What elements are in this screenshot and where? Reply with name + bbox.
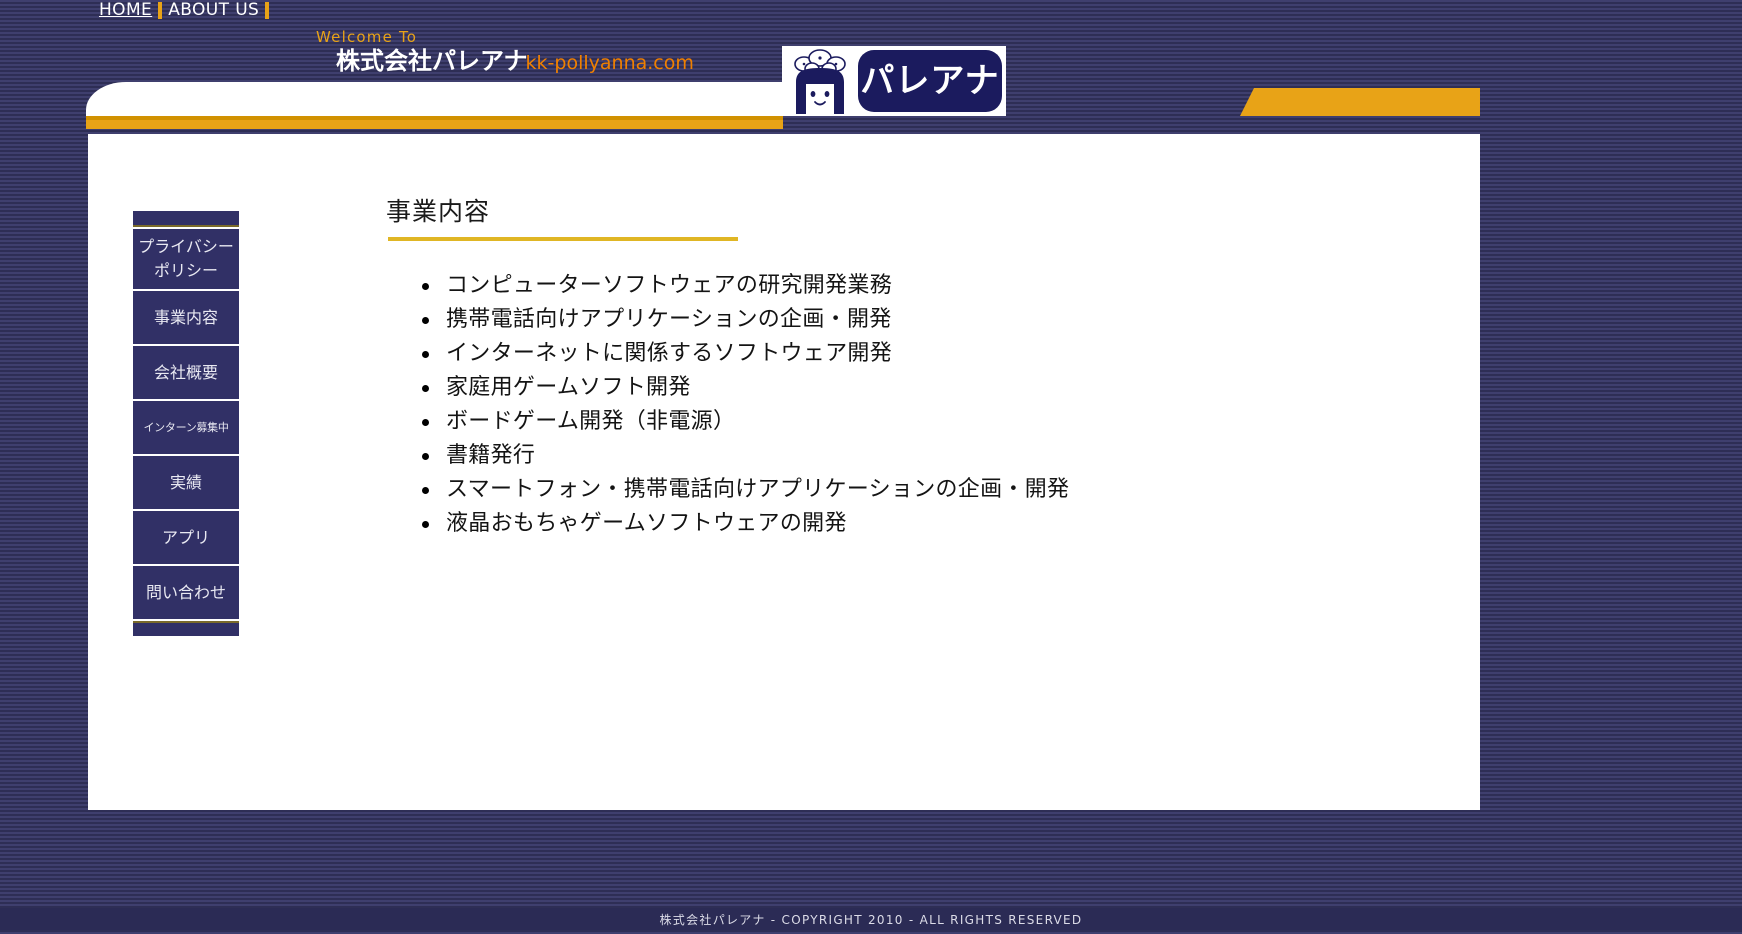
list-item: ボードゲーム開発（非電源） bbox=[414, 405, 1386, 439]
brand-lockup: 株式会社パレアナ kk-pollyanna.com bbox=[336, 48, 694, 76]
sidebar-bottom-cap bbox=[133, 621, 239, 636]
footer-bar: 株式会社パレアナ - COPYRIGHT 2010 - ALL RIGHTS R… bbox=[0, 908, 1742, 930]
list-item: インターネットに関係するソフトウェア開発 bbox=[414, 337, 1386, 371]
nav-separator-icon bbox=[158, 1, 163, 19]
sidebar-item-track-record[interactable]: 実績 bbox=[133, 456, 239, 511]
sidebar-top-cap bbox=[133, 211, 239, 227]
copyright-text: 株式会社パレアナ - COPYRIGHT 2010 - ALL RIGHTS R… bbox=[659, 912, 1083, 927]
sidebar-item-list: プライバシーポリシー 事業内容 会社概要 インターン募集中 実績 アプリ 問い合… bbox=[133, 227, 239, 621]
train-body-shape bbox=[146, 82, 783, 116]
content-panel: プライバシーポリシー 事業内容 会社概要 インターン募集中 実績 アプリ 問い合… bbox=[88, 134, 1480, 810]
logo-wordmark-text: パレアナ bbox=[860, 61, 1000, 101]
sidebar-item-intern-recruiting[interactable]: インターン募集中 bbox=[133, 401, 239, 456]
page-title: 事業内容 bbox=[386, 197, 491, 226]
welcome-text: Welcome To bbox=[316, 28, 418, 46]
nav-link-home[interactable]: HOME bbox=[94, 0, 157, 20]
brand-name: 株式会社パレアナ bbox=[336, 47, 528, 75]
train-banner-graphic bbox=[86, 82, 783, 132]
logo-wordmark: パレアナ bbox=[858, 50, 1002, 112]
list-item: 書籍発行 bbox=[414, 439, 1386, 473]
nav-link-about-us[interactable]: ABOUT US bbox=[163, 0, 264, 20]
list-item: 液晶おもちゃゲームソフトウェアの開発 bbox=[414, 507, 1386, 541]
sidebar-item-apps[interactable]: アプリ bbox=[133, 511, 239, 566]
sidebar-item-business-content[interactable]: 事業内容 bbox=[133, 291, 239, 346]
site-logo[interactable]: パレアナ bbox=[782, 46, 1006, 116]
gold-wing-graphic bbox=[1240, 88, 1480, 116]
sidebar-navigation: プライバシーポリシー 事業内容 会社概要 インターン募集中 実績 アプリ 問い合… bbox=[133, 211, 239, 636]
list-item: スマートフォン・携帯電話向けアプリケーションの企画・開発 bbox=[414, 473, 1386, 507]
gold-accent-bar bbox=[86, 116, 783, 129]
girl-with-flower-crown-icon bbox=[782, 46, 858, 116]
list-item: 携帯電話向けアプリケーションの企画・開発 bbox=[414, 303, 1386, 337]
main-content: 事業内容 コンピューターソフトウェアの研究開発業務 携帯電話向けアプリケーション… bbox=[386, 196, 1386, 541]
sidebar-item-company-profile[interactable]: 会社概要 bbox=[133, 346, 239, 401]
nav-separator-icon bbox=[265, 1, 270, 19]
sidebar-item-privacy-policy[interactable]: プライバシーポリシー bbox=[133, 229, 239, 291]
sidebar-item-contact[interactable]: 問い合わせ bbox=[133, 566, 239, 621]
brand-url: kk-pollyanna.com bbox=[525, 52, 694, 74]
list-item: 家庭用ゲームソフト開発 bbox=[414, 371, 1386, 405]
top-navigation: HOME ABOUT US bbox=[94, 0, 270, 23]
title-underline-rule bbox=[388, 237, 738, 241]
list-item: コンピューターソフトウェアの研究開発業務 bbox=[414, 269, 1386, 303]
business-list: コンピューターソフトウェアの研究開発業務 携帯電話向けアプリケーションの企画・開… bbox=[414, 269, 1386, 541]
